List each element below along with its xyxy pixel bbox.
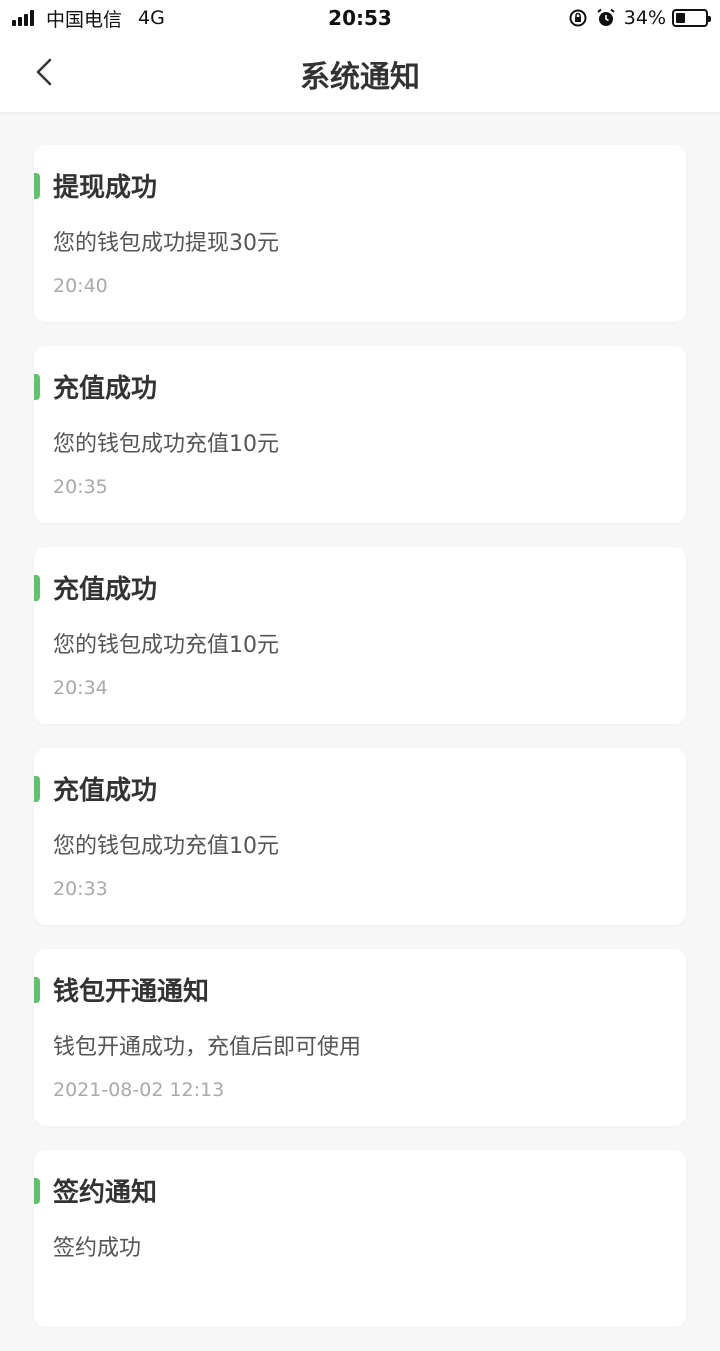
notification-desc: 您的钱包成功提现30元 [53, 231, 279, 256]
accent-bar [34, 1178, 40, 1204]
notification-desc: 您的钱包成功充值10元 [53, 633, 279, 658]
notification-card[interactable]: 充值成功 您的钱包成功充值10元 20:35 [34, 346, 686, 523]
notification-title: 充值成功 [53, 374, 158, 404]
accent-bar [34, 977, 40, 1003]
notification-desc: 您的钱包成功充值10元 [53, 432, 279, 457]
notification-card[interactable]: 签约通知 签约成功 [34, 1150, 686, 1327]
status-right: 34% [568, 6, 711, 30]
notification-card[interactable]: 钱包开通通知 钱包开通成功，充值后即可使用 2021-08-02 12:13 [34, 949, 686, 1126]
status-bar: 中国电信 4G 20:53 34% [0, 0, 720, 36]
battery-percent: 34% [623, 7, 666, 29]
page-title: 系统通知 [300, 60, 420, 95]
notification-desc: 钱包开通成功，充值后即可使用 [53, 1035, 362, 1060]
notification-title: 钱包开通通知 [53, 977, 210, 1007]
notification-time: 2021-08-02 12:13 [53, 1079, 225, 1101]
notification-time: 20:35 [53, 476, 108, 498]
notification-title: 提现成功 [53, 173, 158, 203]
notification-time: 20:40 [53, 275, 108, 297]
nav-bar: 系统通知 [0, 36, 720, 112]
accent-bar [34, 575, 40, 601]
accent-bar [34, 173, 40, 199]
notification-title: 签约通知 [53, 1178, 158, 1208]
notification-list: 提现成功 您的钱包成功提现30元 20:40 充值成功 您的钱包成功充值10元 … [34, 145, 686, 1351]
accent-bar [34, 776, 40, 802]
notification-desc: 您的钱包成功充值10元 [53, 834, 279, 859]
notification-time: 20:34 [53, 677, 108, 699]
notification-title: 充值成功 [53, 575, 158, 605]
notification-card[interactable]: 提现成功 您的钱包成功提现30元 20:40 [34, 145, 686, 322]
notification-desc: 签约成功 [53, 1236, 142, 1261]
notification-time: 20:33 [53, 878, 108, 900]
battery-icon [672, 9, 711, 27]
rotation-lock-icon [569, 9, 587, 27]
notification-title: 充值成功 [53, 776, 158, 806]
notification-card[interactable]: 充值成功 您的钱包成功充值10元 20:33 [34, 748, 686, 925]
notification-card[interactable]: 充值成功 您的钱包成功充值10元 20:34 [34, 547, 686, 724]
accent-bar [34, 374, 40, 400]
alarm-icon [597, 8, 615, 26]
